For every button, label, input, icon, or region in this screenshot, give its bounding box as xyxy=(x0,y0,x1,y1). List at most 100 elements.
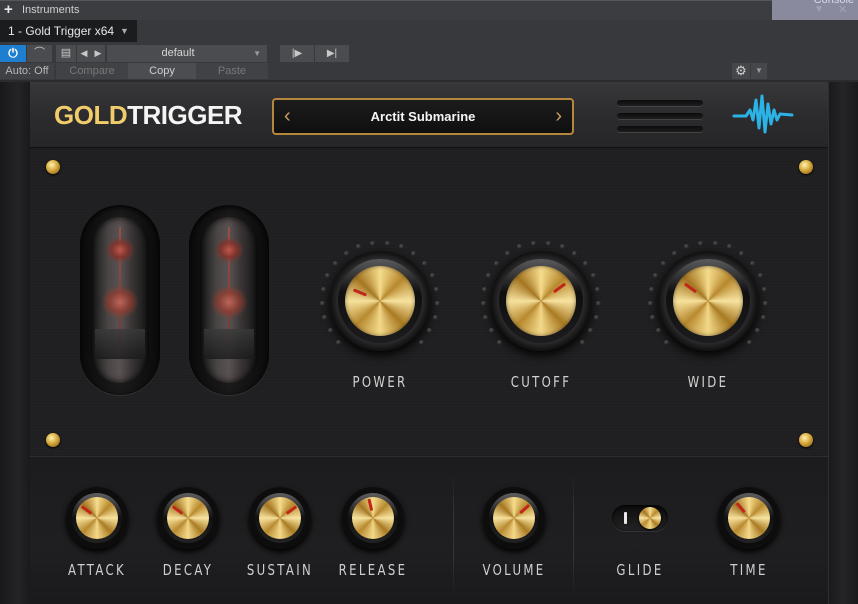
background-window: Console ▼ ✕ xyxy=(772,0,858,20)
menu-button[interactable] xyxy=(617,100,703,133)
scale-dot xyxy=(494,261,500,266)
preset-name[interactable]: Arctit Submarine xyxy=(304,109,542,124)
menu-line xyxy=(617,100,703,106)
attack-knob[interactable]: ATTACK xyxy=(64,485,130,579)
add-icon[interactable]: + xyxy=(4,2,13,18)
automation-mode-button[interactable]: Auto: Off xyxy=(0,63,54,79)
scale-dot xyxy=(588,328,594,334)
chevron-left-icon[interactable]: ‹ xyxy=(284,105,291,127)
scale-dot xyxy=(504,251,510,257)
scale-dot xyxy=(531,240,537,246)
scale-dot xyxy=(664,339,670,345)
knob-indicator xyxy=(285,505,297,515)
cutoff-knob[interactable]: CUTOFF xyxy=(479,239,603,391)
scale-dot xyxy=(497,339,503,345)
settings-menu-button[interactable]: ▼ xyxy=(751,63,767,79)
cutoff-label: CUTOFF xyxy=(510,373,572,391)
chevron-down-icon: ▼ xyxy=(120,26,129,36)
preset-value: default xyxy=(161,47,195,59)
scale-dot xyxy=(755,328,761,334)
chevron-down-icon: ▼ xyxy=(253,49,261,58)
toggle-thumb[interactable] xyxy=(639,507,661,529)
release-label: RELEASE xyxy=(338,561,408,579)
scale-dot xyxy=(486,273,492,279)
volume-knob[interactable]: VOLUME xyxy=(481,485,547,579)
scale-dot xyxy=(757,273,763,279)
scale-dot xyxy=(327,328,333,334)
automation-button[interactable]: ⌒ xyxy=(27,45,52,62)
chevron-down-icon: ▼ xyxy=(755,66,763,75)
release-knob[interactable]: RELEASE xyxy=(339,485,406,579)
scale-dot xyxy=(421,261,427,266)
automation-icon: ⌒ xyxy=(34,47,45,59)
plugin-header: GOLDTRIGGER ‹ Arctit Submarine › xyxy=(30,82,828,148)
vacuum-tube-left xyxy=(80,205,160,395)
tube-panel: POWER CUTOFF WIDE xyxy=(30,149,828,455)
scale-dot xyxy=(698,240,704,246)
menu-line xyxy=(617,126,703,132)
scale-dot xyxy=(671,251,677,257)
scale-dot xyxy=(746,339,752,345)
attack-label: ATTACK xyxy=(68,561,126,579)
preset-menu-button[interactable]: ▤ xyxy=(56,45,76,62)
scale-dot xyxy=(482,315,488,321)
decay-knob[interactable]: DECAY xyxy=(155,485,221,579)
knob-indicator xyxy=(735,502,746,514)
decay-label: DECAY xyxy=(162,561,214,579)
compare-button[interactable]: Compare xyxy=(56,63,128,79)
knob-indicator xyxy=(366,498,373,512)
power-icon: ⏻ xyxy=(8,46,18,60)
paste-button[interactable]: Paste xyxy=(196,63,268,79)
instrument-selector[interactable]: 1 - Gold Trigger x64 ▼ xyxy=(0,20,137,42)
settings-button[interactable]: ⚙ xyxy=(732,63,750,79)
scale-dot xyxy=(762,286,768,292)
toggle-on-indicator xyxy=(624,512,627,524)
scale-dot xyxy=(481,286,487,292)
scale-dot xyxy=(649,315,655,321)
scale-dot xyxy=(594,315,600,321)
scale-dot xyxy=(712,240,718,246)
sidechain-button[interactable]: |▶ xyxy=(280,45,314,62)
previous-preset-button[interactable]: ◀ xyxy=(77,45,91,62)
screw-icon xyxy=(46,160,60,174)
waveform-logo-icon xyxy=(732,94,794,134)
sustain-knob[interactable]: SUSTAIN xyxy=(247,485,313,579)
scale-dot xyxy=(343,251,349,257)
knob-indicator xyxy=(80,505,92,515)
scale-dot xyxy=(647,300,653,306)
side-panel-left xyxy=(0,82,30,604)
screw-icon xyxy=(799,433,813,447)
scale-dot xyxy=(429,273,435,279)
scale-dot xyxy=(336,339,342,345)
scale-dot xyxy=(333,261,339,266)
scale-dot xyxy=(418,339,424,345)
glide-toggle[interactable] xyxy=(612,505,668,531)
divider xyxy=(453,475,454,595)
logo-gold: GOLD xyxy=(54,100,128,130)
scale-dot xyxy=(596,300,602,306)
scale-dot xyxy=(434,286,440,292)
power-knob[interactable]: POWER xyxy=(318,239,442,391)
next-icon: ▶ xyxy=(94,48,102,58)
menu-line xyxy=(617,113,703,119)
knob-indicator xyxy=(683,282,697,294)
preset-browser[interactable]: ‹ Arctit Submarine › xyxy=(272,98,574,135)
scale-dot xyxy=(435,300,441,306)
vacuum-tube-right xyxy=(189,205,269,395)
instruments-panel-header: + Instruments xyxy=(0,0,858,20)
scale-dot xyxy=(726,244,732,250)
scale-dot xyxy=(582,261,588,266)
time-knob[interactable]: TIME xyxy=(716,485,782,579)
scale-dot xyxy=(579,339,585,345)
next-preset-button[interactable]: ▶ xyxy=(91,45,105,62)
pin-icon: ▼ xyxy=(814,4,824,15)
wide-knob[interactable]: WIDE xyxy=(646,239,770,391)
scale-dot xyxy=(590,273,596,279)
chevron-right-icon[interactable]: › xyxy=(555,105,562,127)
routing-button[interactable]: ▶| xyxy=(315,45,349,62)
scale-dot xyxy=(488,328,494,334)
power-button[interactable]: ⏻ xyxy=(0,45,26,62)
scale-dot xyxy=(356,244,362,250)
copy-button[interactable]: Copy xyxy=(128,63,196,79)
preset-dropdown[interactable]: default ▼ xyxy=(107,45,267,62)
